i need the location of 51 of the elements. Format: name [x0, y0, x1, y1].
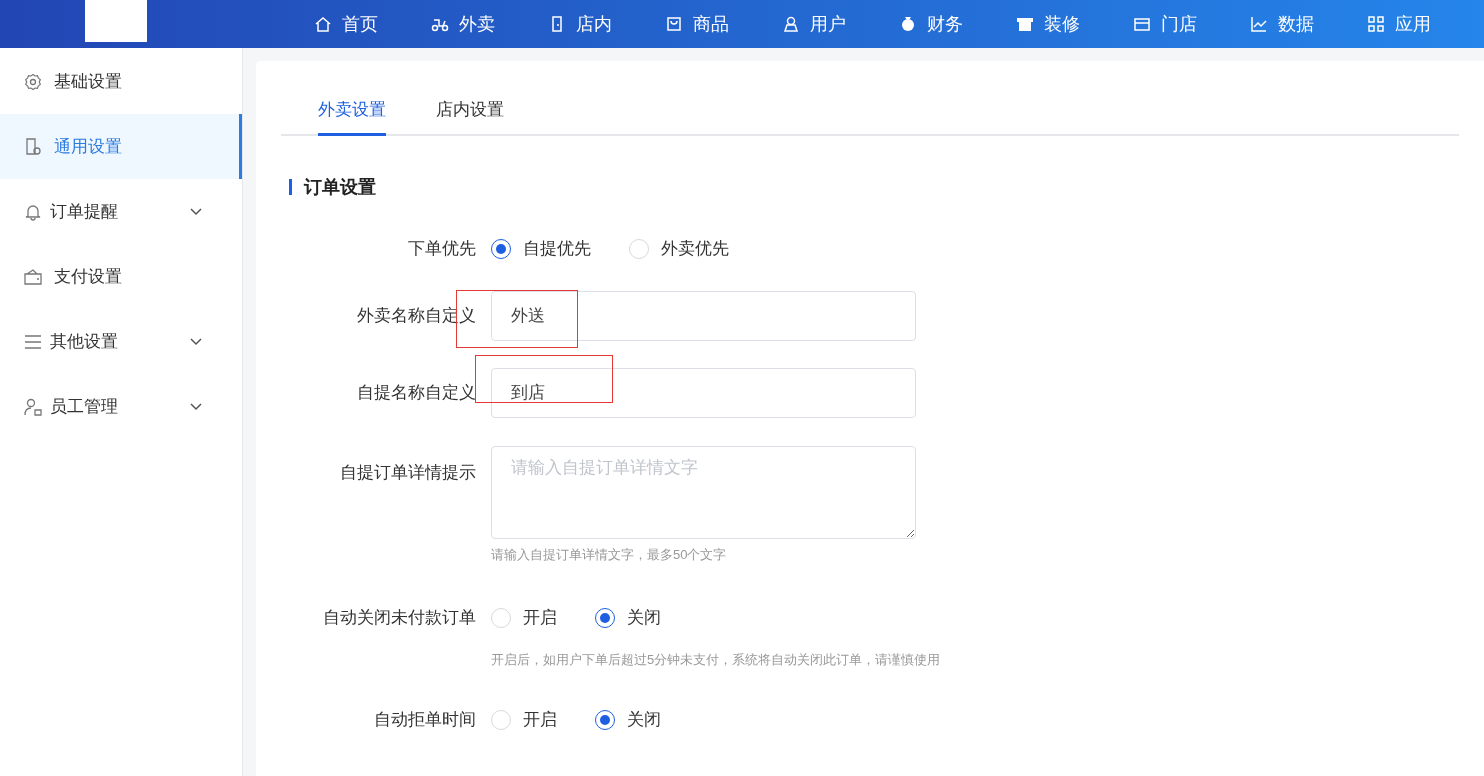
- phone-gear-icon: [24, 137, 42, 156]
- nav-tab[interactable]: 应用: [1367, 0, 1484, 48]
- tab[interactable]: 外卖设置: [318, 97, 386, 136]
- help-text: 开启后，如用户下单后超过5分钟未支付，系统将自动关闭此订单，请谨慎使用: [491, 651, 941, 669]
- grid-icon: [1367, 15, 1385, 33]
- field-label: 下单优先: [407, 237, 477, 260]
- radio-option[interactable]: 外卖优先: [629, 235, 729, 262]
- line-chart-icon: [1250, 15, 1268, 33]
- logo-block: [85, 0, 147, 42]
- user-icon: [782, 15, 800, 33]
- nav-tab[interactable]: 商品: [665, 0, 782, 48]
- radio-option[interactable]: 开启: [491, 706, 557, 733]
- sidebar-item[interactable]: 基础设置: [0, 49, 242, 114]
- input-field[interactable]: 外送: [491, 290, 916, 341]
- store-icon: [1133, 15, 1151, 33]
- nav-tab[interactable]: 财务: [899, 0, 1016, 48]
- sidebar-item[interactable]: 通用设置: [0, 114, 242, 179]
- radio-option[interactable]: 自提优先: [491, 235, 591, 262]
- help-text: 请输入自提订单详情文字，最多50个文字: [491, 545, 728, 564]
- wallet-icon: [24, 267, 42, 286]
- tab[interactable]: 店内设置: [436, 97, 504, 136]
- section-marker: [289, 179, 292, 195]
- field-label: 自动关闭未付款订单: [322, 607, 477, 629]
- money-bag-icon: [899, 15, 917, 33]
- text-area[interactable]: 请输入自提订单详情文字: [491, 445, 916, 539]
- sidebar-item[interactable]: 其他设置: [0, 309, 242, 374]
- nav-tab[interactable]: 外卖: [431, 0, 548, 48]
- settings-icon: [24, 72, 42, 91]
- home-icon: [314, 15, 332, 33]
- bell-icon: [24, 202, 42, 221]
- radio-option[interactable]: 关闭: [595, 605, 661, 631]
- field-label: 自提名称自定义: [356, 381, 477, 404]
- nav-tab[interactable]: 店内: [548, 0, 665, 48]
- section-title: 订单设置: [304, 175, 376, 199]
- field-label: 自动拒单时间: [373, 708, 477, 731]
- nav-tab[interactable]: 装修: [1016, 0, 1133, 48]
- field-label: 自提订单详情提示: [339, 461, 477, 484]
- sidebar-item[interactable]: 员工管理: [0, 374, 242, 439]
- shop-icon: [1016, 15, 1034, 33]
- nav-tab[interactable]: 首页: [314, 0, 431, 48]
- nav-tab[interactable]: 门店: [1133, 0, 1250, 48]
- person-lock-icon: [24, 397, 42, 416]
- input-field[interactable]: 到店: [491, 367, 916, 418]
- radio-option[interactable]: 关闭: [595, 706, 661, 733]
- sidebar-item[interactable]: 支付设置: [0, 244, 242, 309]
- menu-icon: [24, 332, 42, 351]
- nav-tab[interactable]: 数据: [1250, 0, 1367, 48]
- nav-tab[interactable]: 用户: [782, 0, 899, 48]
- sidebar-item[interactable]: 订单提醒: [0, 179, 242, 244]
- bag-icon: [665, 15, 683, 33]
- radio-option[interactable]: 开启: [491, 605, 557, 631]
